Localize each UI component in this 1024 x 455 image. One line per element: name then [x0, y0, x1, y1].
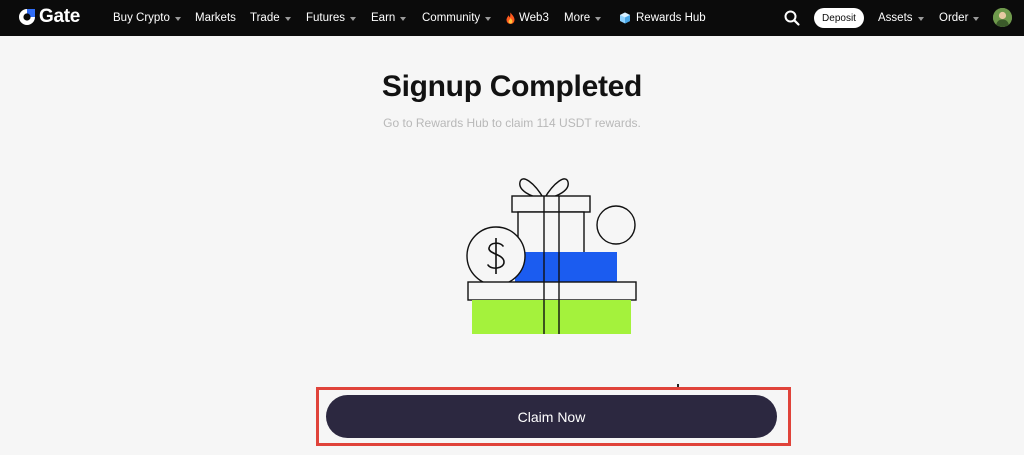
fire-icon: [506, 12, 515, 24]
top-nav: Gate Buy Crypto Markets Trade Futures Ea…: [0, 0, 1024, 36]
gate-logo[interactable]: Gate: [17, 7, 80, 27]
nav-markets[interactable]: Markets: [195, 0, 236, 36]
page-title: Signup Completed: [381, 70, 643, 103]
nav-label: Earn: [371, 12, 396, 24]
nav-label: More: [564, 12, 591, 24]
nav-label: Markets: [195, 12, 236, 24]
nav-label: Futures: [306, 12, 345, 24]
nav-community[interactable]: Community: [422, 0, 492, 36]
gate-logo-icon: [19, 9, 35, 25]
nav-earn[interactable]: Earn: [371, 0, 407, 36]
nav-label: Community: [422, 12, 481, 24]
chevron-down-icon: [350, 16, 356, 21]
chevron-down-icon: [973, 16, 980, 21]
deposit-button[interactable]: Deposit: [814, 8, 864, 28]
chevron-down-icon: [400, 16, 407, 21]
search-icon[interactable]: [783, 9, 801, 27]
chevron-down-icon: [174, 16, 181, 21]
nav-trade[interactable]: Trade: [250, 0, 291, 36]
chevron-down-icon: [917, 16, 924, 21]
nav-rewards-hub[interactable]: Rewards Hub: [619, 0, 706, 36]
nav-label: Buy Crypto: [113, 12, 170, 24]
nav-buy-crypto[interactable]: Buy Crypto: [113, 0, 181, 36]
nav-label: Web3: [519, 12, 549, 24]
user-avatar[interactable]: [993, 8, 1012, 27]
claim-now-button[interactable]: Claim Now: [326, 395, 777, 438]
nav-label: Order: [939, 12, 969, 24]
chevron-down-icon: [284, 16, 291, 21]
nav-label: Trade: [250, 12, 280, 24]
nav-label: Rewards Hub: [636, 12, 706, 24]
brand-name: Gate: [39, 6, 81, 27]
nav-more[interactable]: More: [564, 0, 602, 36]
nav-order[interactable]: Order: [939, 0, 980, 36]
avatar-image: [993, 8, 1012, 27]
page-subtitle: Go to Rewards Hub to claim 114 USDT rewa…: [383, 116, 641, 130]
chevron-down-icon: [485, 16, 492, 21]
gift-box-with-coin-illustration: [466, 178, 637, 334]
nav-label: Assets: [878, 12, 913, 24]
nav-futures[interactable]: Futures: [306, 0, 356, 36]
chevron-down-icon: [595, 16, 602, 21]
nav-web3[interactable]: Web3: [505, 0, 549, 36]
nav-assets[interactable]: Assets: [878, 0, 924, 36]
rewards-hub-icon: [620, 12, 630, 24]
